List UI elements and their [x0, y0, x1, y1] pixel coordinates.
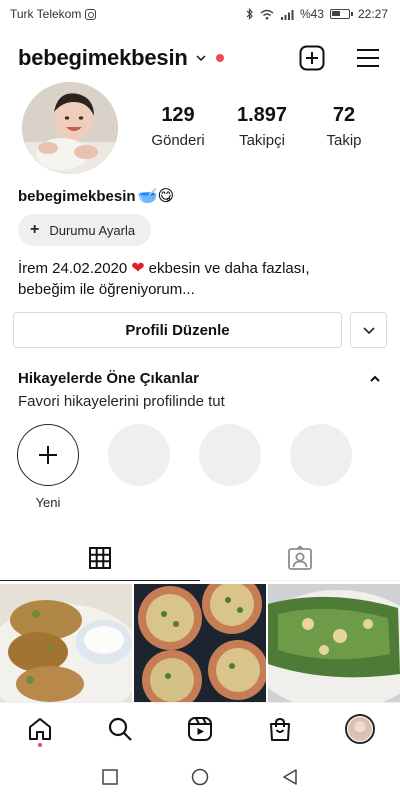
new-highlight-label: Yeni	[35, 495, 61, 510]
circle-icon	[191, 768, 209, 786]
heart-emoji: ❤	[131, 260, 145, 277]
profile-avatar[interactable]	[22, 82, 118, 174]
stat-following[interactable]: 72 Takip	[322, 104, 366, 149]
post-thumbnail[interactable]	[268, 584, 400, 702]
post-thumbnail[interactable]	[134, 584, 266, 702]
stat-followers[interactable]: 1.897 Takipçi	[234, 104, 290, 149]
account-switcher-username[interactable]: bebegimekbesin	[18, 45, 188, 71]
nav-home[interactable]	[18, 707, 62, 751]
set-status-label: Durumu Ayarla	[49, 222, 136, 238]
stat-followers-label: Takipçi	[239, 132, 285, 149]
highlight-placeholder	[199, 424, 261, 486]
carrier-name: Turk Telekom	[10, 7, 82, 21]
set-status-button[interactable]: + Durumu Ayarla	[18, 214, 152, 246]
tab-posts-grid[interactable]	[0, 536, 200, 581]
highlight-placeholder	[290, 424, 352, 486]
edit-profile-button[interactable]: Profili Düzenle	[13, 312, 342, 348]
new-highlight-button[interactable]	[17, 424, 79, 486]
signal-icon	[280, 9, 294, 20]
highlights-collapse-button[interactable]	[364, 368, 386, 390]
home-icon	[29, 717, 51, 740]
wifi-icon	[260, 9, 274, 19]
chevron-down-icon[interactable]	[196, 53, 206, 63]
instagram-notification-icon	[85, 8, 97, 20]
hamburger-menu-icon	[357, 49, 379, 67]
plus-icon: +	[30, 221, 40, 238]
back-button[interactable]	[279, 766, 301, 788]
square-icon	[102, 769, 118, 785]
reels-icon	[188, 716, 212, 741]
nav-profile[interactable]	[338, 707, 382, 751]
home-system-button[interactable]	[189, 766, 211, 788]
battery-icon	[329, 9, 353, 19]
bluetooth-icon	[246, 8, 253, 20]
stat-following-label: Takip	[326, 132, 362, 149]
recents-button[interactable]	[99, 766, 121, 788]
food-photo	[268, 584, 400, 702]
bottom-navigation	[0, 702, 400, 754]
profile-bio: İrem 24.02.2020 ❤ ekbesin ve daha fazlası,…	[18, 258, 382, 300]
search-icon	[108, 717, 132, 741]
battery-percent: %43	[299, 7, 324, 21]
chevron-down-icon	[362, 327, 375, 335]
back-triangle-icon	[283, 769, 297, 785]
profile-avatar	[345, 713, 375, 744]
highlights-title: Hikayelerde Öne Çıkanlar	[18, 370, 199, 387]
shop-icon	[270, 717, 290, 741]
stat-posts-label: Gönderi	[151, 132, 205, 149]
post-thumbnail[interactable]	[0, 584, 132, 702]
menu-button[interactable]	[354, 44, 382, 72]
bio-text-1: İrem 24.02.2020	[18, 260, 128, 277]
suggestions-dropdown-button[interactable]	[350, 312, 387, 348]
nav-search[interactable]	[98, 707, 142, 751]
grid-icon	[89, 547, 111, 569]
profile-display-name: bebegimekbesin 🥣😋	[18, 187, 175, 206]
food-photo	[0, 584, 132, 702]
highlight-placeholder	[108, 424, 170, 486]
nav-shop[interactable]	[258, 707, 302, 751]
bio-text-2: ekbesin ve daha fazlası,	[148, 260, 310, 277]
plus-icon	[39, 446, 57, 464]
chevron-up-icon	[370, 375, 380, 382]
bio-text-3: bebeğim ile öğreniyorum...	[18, 281, 195, 298]
stat-posts[interactable]: 129 Gönderi	[151, 104, 205, 149]
tagged-icon	[288, 545, 312, 570]
profile-header: bebegimekbesin	[0, 34, 400, 82]
clock: 22:27	[357, 7, 388, 21]
system-navigation	[0, 754, 400, 800]
food-photo	[134, 584, 266, 702]
display-emojis: 🥣😋	[137, 188, 175, 205]
nav-reels[interactable]	[178, 707, 222, 751]
baby-photo	[22, 82, 118, 174]
notification-dot	[215, 54, 224, 62]
status-bar: Turk Telekom %43 22:27	[0, 0, 400, 28]
notification-dot	[38, 742, 42, 747]
create-post-button[interactable]	[298, 44, 326, 72]
stat-following-count: 72	[332, 104, 356, 126]
stat-posts-count: 129	[161, 104, 195, 126]
highlights-subtitle: Favori hikayelerini profilinde tut	[18, 393, 225, 410]
plus-square-icon	[299, 45, 325, 71]
tab-tagged[interactable]	[200, 536, 400, 581]
stat-followers-count: 1.897	[236, 104, 288, 126]
